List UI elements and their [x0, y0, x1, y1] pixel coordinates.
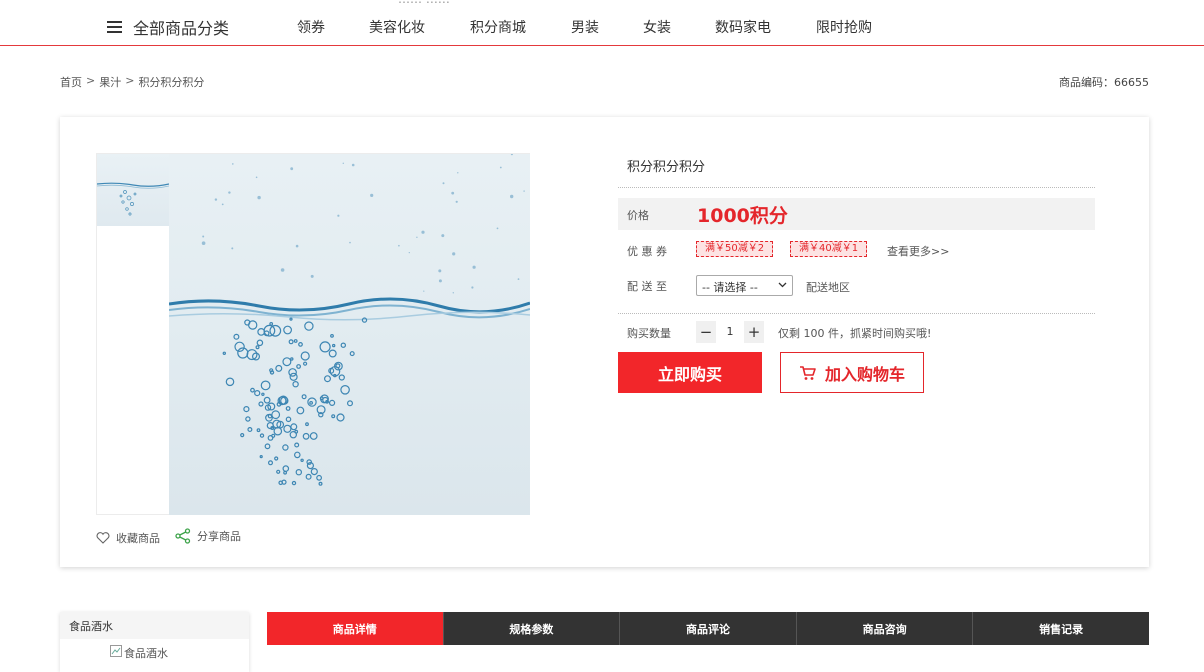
share-label: 分享商品: [197, 530, 241, 543]
add-to-cart-label: 加入购物车: [824, 364, 905, 384]
category-sidebar: 食品酒水 食品酒水: [60, 612, 249, 672]
ship-select-value: -- 请选择 --: [702, 281, 758, 294]
price-value: 1000积分: [697, 205, 788, 227]
product-detail-tabs: 商品详情 规格参数 商品评论 商品咨询 销售记录: [267, 612, 1149, 645]
nav-item-points-mall[interactable]: 积分商城: [470, 17, 526, 37]
ship-label: 配 送 至: [627, 280, 667, 293]
stock-text: 仅剩 100 件，抓紧时间购买哦!: [778, 327, 932, 340]
tab-inquiries[interactable]: 商品咨询: [795, 612, 973, 645]
product-title: 积分积分积分: [627, 160, 706, 175]
breadcrumb-home[interactable]: 首页: [60, 74, 82, 90]
favorite-label: 收藏商品: [116, 532, 160, 545]
top-bar-cutoff-text: …… ……: [398, 0, 450, 6]
heart-icon: [96, 532, 110, 544]
buy-now-button[interactable]: 立即购买: [618, 352, 762, 393]
coupon-label: 优 惠 券: [627, 245, 667, 258]
nav-item-womenswear[interactable]: 女装: [643, 17, 671, 37]
all-categories-button[interactable]: 全部商品分类: [107, 15, 229, 39]
tab-specs[interactable]: 规格参数: [442, 612, 620, 645]
quantity-input[interactable]: 1: [716, 321, 744, 343]
ship-region-select[interactable]: -- 请选择 --: [696, 275, 793, 296]
share-button[interactable]: 分享商品: [175, 528, 241, 544]
sidebar-broken-image[interactable]: 食品酒水: [110, 645, 168, 661]
tab-sales-records[interactable]: 销售记录: [972, 612, 1149, 645]
breadcrumb: 首页 > 果汁 > 积分积分积分: [60, 74, 204, 90]
coupon-more-link[interactable]: 查看更多>>: [887, 243, 949, 259]
price-label: 价格: [627, 209, 649, 222]
nav-item-flash-sale[interactable]: 限时抢购: [816, 17, 872, 37]
top-navigation: …… …… 全部商品分类 领券 美容化妆 积分商城 男装 女装 数码家电 限时抢…: [0, 0, 1204, 46]
product-thumbnail[interactable]: [97, 154, 169, 226]
all-categories-label: 全部商品分类: [133, 19, 230, 38]
breadcrumb-category[interactable]: 果汁: [99, 74, 121, 90]
ship-region-label: 配送地区: [806, 281, 850, 294]
sidebar-title: 食品酒水: [60, 612, 249, 639]
product-main-image: [169, 154, 530, 515]
divider: [618, 313, 1095, 314]
buy-now-label: 立即购买: [657, 364, 722, 384]
sidebar-image-alt: 食品酒水: [124, 647, 168, 660]
product-gallery: [96, 153, 530, 515]
quantity-increase-button[interactable]: +: [744, 321, 764, 343]
share-icon: [175, 528, 191, 544]
tab-details[interactable]: 商品详情: [267, 612, 443, 645]
broken-image-icon: [110, 645, 122, 657]
chevron-down-icon: [778, 282, 787, 288]
coupon-tag-1[interactable]: 满￥50减￥2: [696, 241, 774, 257]
cart-icon: [799, 365, 816, 380]
product-code: 商品编码：66655: [1059, 76, 1149, 89]
divider: [618, 187, 1095, 188]
add-to-cart-button[interactable]: 加入购物车: [780, 352, 924, 393]
quantity-label: 购买数量: [627, 327, 671, 340]
nav-item-beauty[interactable]: 美容化妆: [369, 17, 425, 37]
quantity-stepper: − 1 +: [696, 321, 764, 343]
tab-reviews[interactable]: 商品评论: [619, 612, 796, 645]
quantity-decrease-button[interactable]: −: [696, 321, 716, 343]
nav-item-coupons[interactable]: 领券: [297, 17, 325, 37]
price-row: 价格 1000积分: [618, 198, 1095, 230]
product-card: 收藏商品 分享商品 积分积分积分 价格 1000积分 优 惠 券 满￥50减￥2…: [60, 117, 1149, 567]
breadcrumb-current: 积分积分积分: [138, 76, 205, 89]
favorite-button[interactable]: 收藏商品: [96, 530, 160, 546]
coupon-tag-2[interactable]: 满￥40减￥1: [790, 241, 868, 257]
menu-icon: [107, 20, 123, 34]
nav-item-electronics[interactable]: 数码家电: [715, 17, 771, 37]
nav-item-menswear[interactable]: 男装: [571, 17, 599, 37]
breadcrumb-separator: >: [125, 74, 135, 87]
breadcrumb-separator: >: [86, 74, 96, 87]
